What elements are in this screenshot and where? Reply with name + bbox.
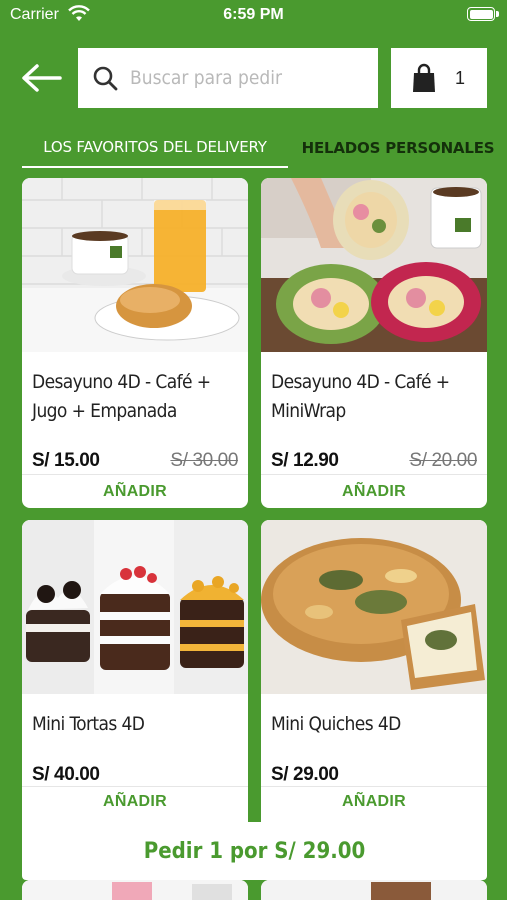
product-image-miniwrap (261, 178, 487, 352)
order-button[interactable]: Pedir 1 por S/ 29.00 (22, 822, 487, 880)
tab-favoritos-delivery[interactable]: LOS FAVORITOS DEL DELIVERY (22, 128, 288, 168)
product-image-mini-quiches (261, 520, 487, 694)
status-bar: Carrier 6:59 PM (0, 0, 507, 30)
shopping-bag-icon (413, 63, 435, 92)
product-old-price: S/ 20.00 (409, 450, 477, 471)
search-icon (93, 66, 118, 91)
product-price: S/ 29.00 (271, 764, 339, 785)
clock: 6:59 PM (223, 6, 284, 23)
battery-icon (467, 7, 499, 21)
product-card[interactable]: Desayuno 4D - Café + MiniWrap S/ 12.90 S… (261, 178, 487, 508)
product-card-peek (261, 880, 487, 900)
product-price: S/ 40.00 (32, 764, 100, 785)
arrow-left-icon (22, 64, 62, 92)
cart-count: 1 (455, 67, 466, 88)
add-button[interactable]: AÑADIR (261, 786, 487, 816)
add-button[interactable]: AÑADIR (22, 474, 248, 508)
add-button[interactable]: AÑADIR (22, 786, 248, 816)
product-old-price: S/ 30.00 (170, 450, 238, 471)
product-name: Desayuno 4D - Café + MiniWrap (271, 371, 450, 422)
add-button[interactable]: AÑADIR (261, 474, 487, 508)
product-image-breakfast-juice (22, 178, 248, 352)
product-name: Mini Quiches 4D (271, 713, 401, 735)
category-tabs: LOS FAVORITOS DEL DELIVERY HELADOS PERSO… (0, 128, 507, 170)
product-price: S/ 12.90 (271, 450, 339, 471)
product-card[interactable]: Mini Tortas 4D S/ 40.00 AÑADIR (22, 520, 248, 850)
product-card-peek (22, 880, 248, 900)
product-name: Desayuno 4D - Café + Jugo + Empanada (32, 371, 211, 422)
back-button[interactable] (18, 60, 64, 96)
cart-button[interactable]: 1 (391, 48, 487, 108)
product-card[interactable]: Mini Quiches 4D S/ 29.00 AÑADIR (261, 520, 487, 850)
header: 1 (0, 48, 507, 108)
product-price: S/ 15.00 (32, 450, 100, 471)
product-card[interactable]: Desayuno 4D - Café + Jugo + Empanada S/ … (22, 178, 248, 508)
tab-helados-personales[interactable]: HELADOS PERSONALES (300, 128, 496, 168)
product-name: Mini Tortas 4D (32, 713, 145, 735)
search-box[interactable] (78, 48, 378, 108)
product-image-mini-cakes (22, 520, 248, 694)
search-input[interactable] (130, 67, 360, 89)
